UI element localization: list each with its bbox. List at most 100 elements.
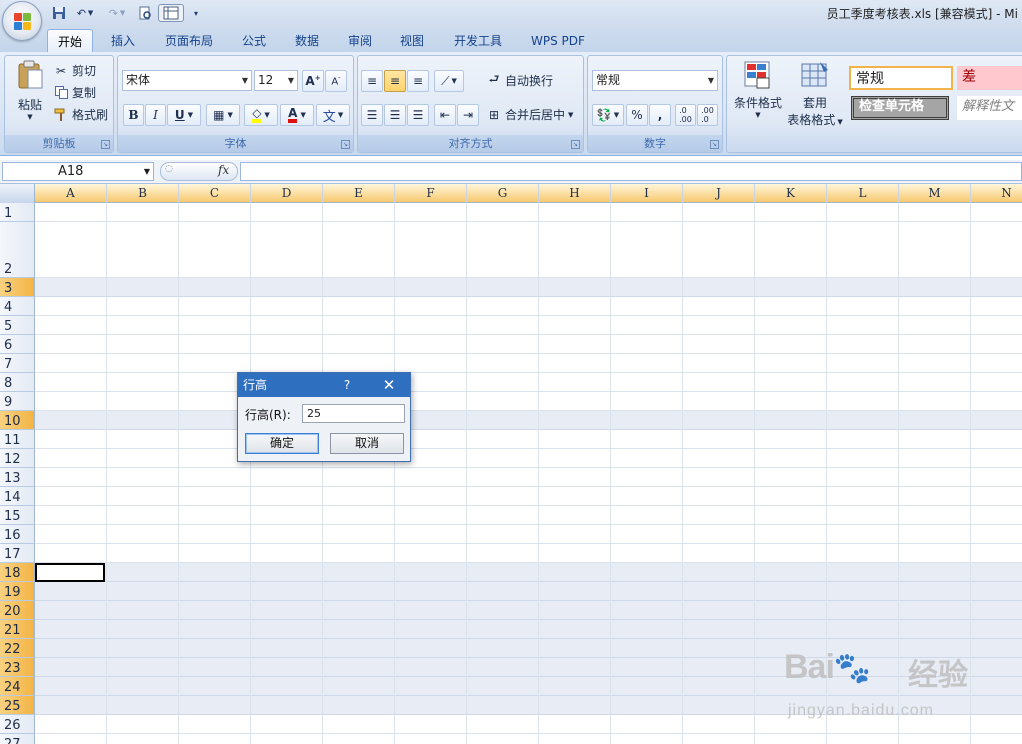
redo-icon[interactable]: ↷ ▼ (104, 4, 130, 22)
help-icon[interactable]: ? (338, 373, 356, 397)
table-row[interactable] (35, 582, 1022, 601)
tab-wps-pdf[interactable]: WPS PDF (521, 29, 595, 52)
table-row[interactable] (35, 278, 1022, 297)
comma-button[interactable]: , (649, 104, 671, 126)
tab-review[interactable]: 审阅 (338, 29, 382, 52)
orientation-button[interactable]: ⟋ ▼ (434, 70, 464, 92)
font-color-button[interactable]: A ▼ (280, 104, 314, 126)
paste-button[interactable]: 粘贴 ▼ (11, 60, 49, 132)
row-header-11[interactable]: 11 (0, 430, 35, 449)
row-header-9[interactable]: 9 (0, 392, 35, 411)
print-preview-icon[interactable] (136, 4, 154, 22)
align-bottom-button[interactable]: ≡ (407, 70, 429, 92)
tab-home[interactable]: 开始 (47, 29, 94, 52)
wrap-text-button[interactable]: ⮐ 自动换行 (486, 72, 553, 89)
row-header-12[interactable]: 12 (0, 449, 35, 468)
tab-data[interactable]: 数据 (285, 29, 329, 52)
save-icon[interactable] (50, 4, 68, 22)
style-bad-cell[interactable]: 差 (957, 66, 1022, 90)
table-row[interactable] (35, 222, 1022, 278)
table-row[interactable] (35, 392, 1022, 411)
bold-button[interactable]: B (123, 104, 144, 126)
border-button[interactable]: ▦ ▼ (206, 104, 240, 126)
row-header-17[interactable]: 17 (0, 544, 35, 563)
align-left-button[interactable]: ☰ (361, 104, 383, 126)
table-row[interactable] (35, 525, 1022, 544)
increase-decimal-button[interactable]: .0.00 (675, 104, 696, 126)
column-header-a[interactable]: A (35, 184, 107, 203)
font-name-select[interactable]: 宋体 ▼ (122, 70, 252, 91)
name-box[interactable]: A18 ▼ (2, 162, 154, 181)
row-header-26[interactable]: 26 (0, 715, 35, 734)
row-header-13[interactable]: 13 (0, 468, 35, 487)
expand-icon[interactable]: ◌ (165, 164, 173, 174)
tab-page-layout[interactable]: 页面布局 (155, 29, 223, 52)
row-header-21[interactable]: 21 (0, 620, 35, 639)
row-header-8[interactable]: 8 (0, 373, 35, 392)
column-header-b[interactable]: B (107, 184, 179, 203)
column-header-m[interactable]: M (899, 184, 971, 203)
office-button[interactable] (2, 1, 42, 41)
merge-center-button[interactable]: ⊞ 合并后居中 ▼ (486, 106, 573, 123)
active-cell-a18[interactable] (35, 563, 105, 582)
column-header-h[interactable]: H (539, 184, 611, 203)
shrink-font-button[interactable]: A- (325, 70, 347, 92)
table-row[interactable] (35, 203, 1022, 222)
align-top-button[interactable]: ≡ (361, 70, 383, 92)
row-header-7[interactable]: 7 (0, 354, 35, 373)
insert-function-icon[interactable]: fx (218, 163, 229, 177)
number-format-select[interactable]: 常规 ▼ (592, 70, 718, 91)
close-icon[interactable]: ✕ (378, 373, 400, 397)
increase-indent-button[interactable]: ⇥ (457, 104, 479, 126)
column-header-g[interactable]: G (467, 184, 539, 203)
tab-view[interactable]: 视图 (390, 29, 434, 52)
decrease-indent-button[interactable]: ⇤ (434, 104, 456, 126)
row-header-16[interactable]: 16 (0, 525, 35, 544)
table-row[interactable] (35, 411, 1022, 430)
column-header-c[interactable]: C (179, 184, 251, 203)
tab-insert[interactable]: 插入 (101, 29, 145, 52)
customize-qat-icon[interactable]: ▾ (190, 4, 202, 22)
style-normal-cell[interactable]: 常规 (849, 66, 953, 90)
row-header-10[interactable]: 10 (0, 411, 35, 430)
underline-button[interactable]: U ▼ (167, 104, 201, 126)
table-row[interactable] (35, 449, 1022, 468)
cancel-button[interactable]: 取消 (330, 433, 404, 454)
column-header-l[interactable]: L (827, 184, 899, 203)
table-row[interactable] (35, 430, 1022, 449)
row-header-27[interactable]: 27 (0, 734, 35, 744)
style-explain-cell[interactable]: 解释性文 (957, 96, 1022, 120)
formula-input[interactable] (240, 162, 1022, 181)
align-center-button[interactable]: ☰ (384, 104, 406, 126)
row-header-14[interactable]: 14 (0, 487, 35, 506)
tab-developer[interactable]: 开发工具 (444, 29, 512, 52)
decrease-decimal-button[interactable]: .00.0 (697, 104, 718, 126)
table-row[interactable] (35, 487, 1022, 506)
column-header-d[interactable]: D (251, 184, 323, 203)
column-header-f[interactable]: F (395, 184, 467, 203)
ok-button[interactable]: 确定 (245, 433, 319, 454)
table-row[interactable] (35, 620, 1022, 639)
form-icon[interactable] (158, 4, 184, 22)
format-as-table-button[interactable]: 套用 表格格式 ▼ (785, 60, 845, 132)
font-launcher-icon[interactable]: ↘ (341, 140, 350, 149)
row-header-1[interactable]: 1 (0, 203, 35, 222)
row-header-2[interactable]: 2 (0, 222, 35, 278)
column-header-j[interactable]: J (683, 184, 755, 203)
cut-button[interactable]: ✂ 剪切 (53, 62, 96, 79)
style-check-cell[interactable]: 检查单元格 (851, 96, 949, 120)
row-header-23[interactable]: 23 (0, 658, 35, 677)
table-row[interactable] (35, 316, 1022, 335)
column-header-e[interactable]: E (323, 184, 395, 203)
row-height-input[interactable]: 25 (302, 404, 405, 423)
row-header-4[interactable]: 4 (0, 297, 35, 316)
phonetic-button[interactable]: 文 ▼ (316, 104, 350, 126)
table-row[interactable] (35, 563, 1022, 582)
table-row[interactable] (35, 544, 1022, 563)
row-header-24[interactable]: 24 (0, 677, 35, 696)
number-launcher-icon[interactable]: ↘ (710, 140, 719, 149)
row-header-22[interactable]: 22 (0, 639, 35, 658)
row-header-15[interactable]: 15 (0, 506, 35, 525)
row-header-25[interactable]: 25 (0, 696, 35, 715)
column-header-k[interactable]: K (755, 184, 827, 203)
